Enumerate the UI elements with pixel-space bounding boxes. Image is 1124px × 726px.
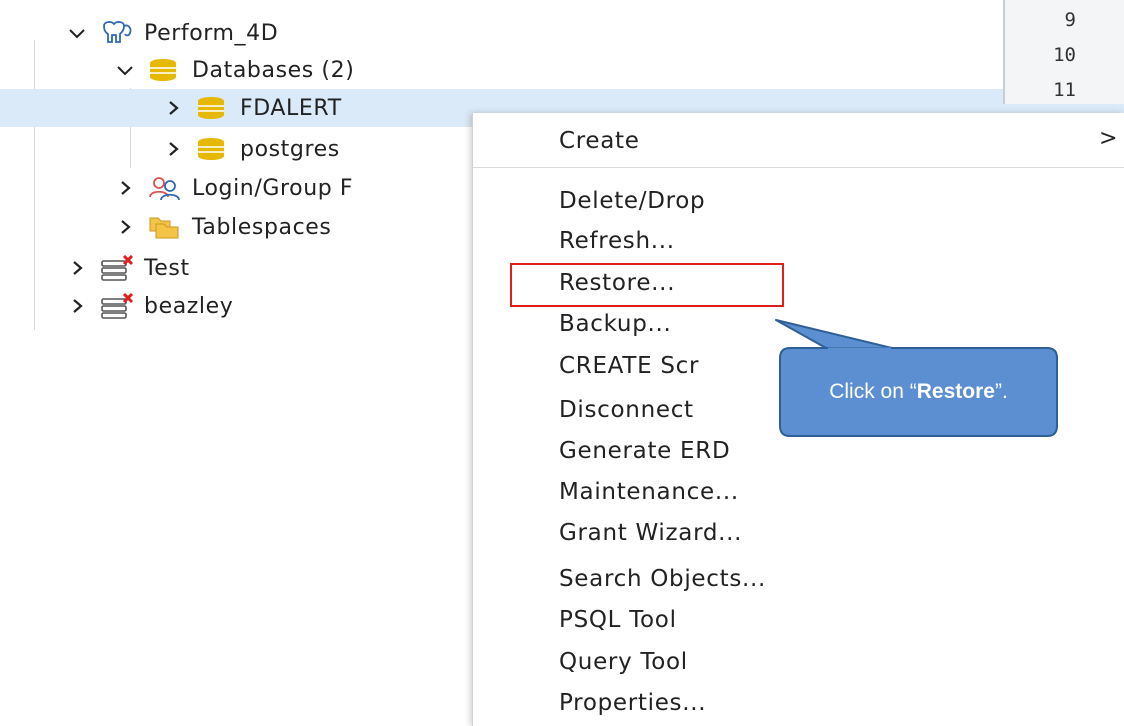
callout-suffix: ”. [994, 380, 1008, 403]
callout-prefix: Click on “ [829, 380, 917, 403]
callout-emphasis: Restore [916, 380, 995, 403]
callout-text: Click on “Restore”. [780, 348, 1057, 436]
